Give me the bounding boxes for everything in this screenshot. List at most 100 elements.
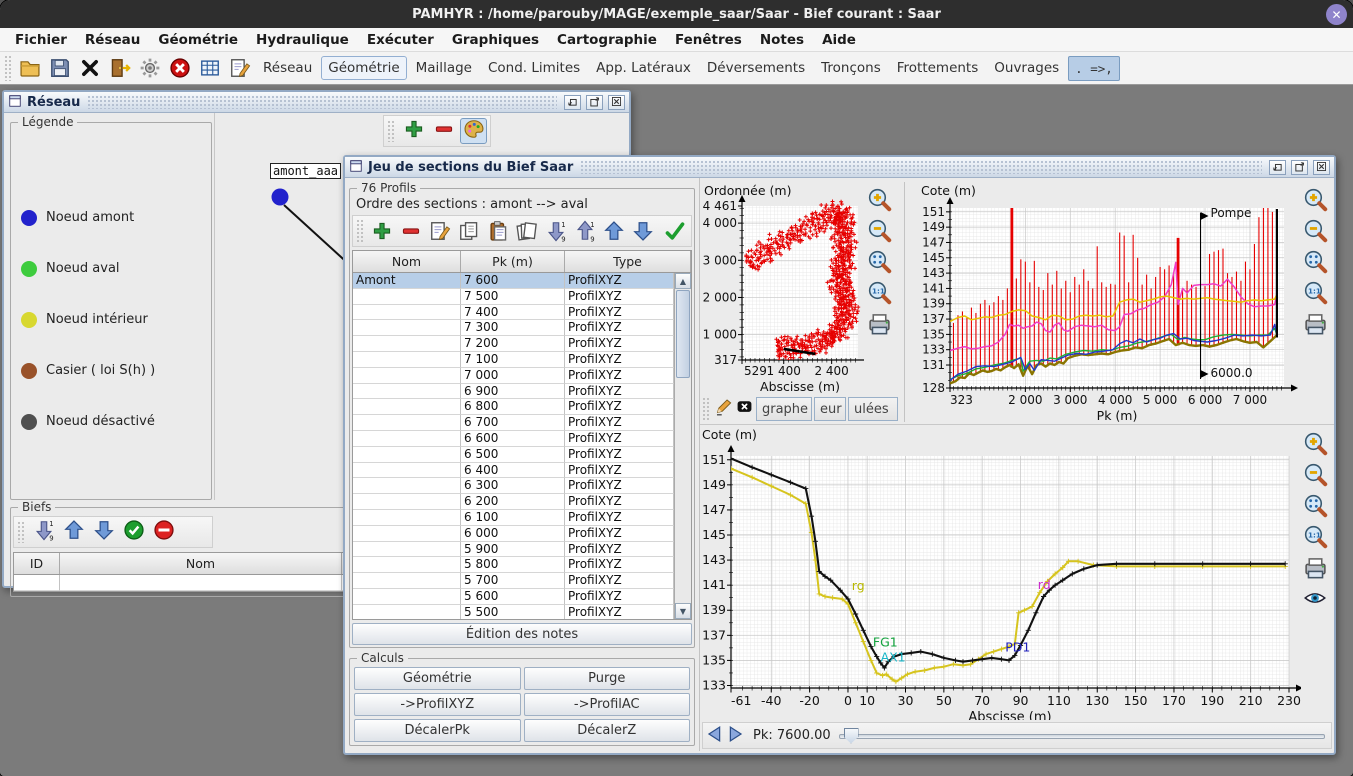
app-close-button[interactable]: ✕ <box>1326 4 1347 25</box>
reseau-close-button[interactable] <box>608 95 625 110</box>
sections-column-nom[interactable]: Nom <box>353 251 461 272</box>
zoom-fit-button[interactable] <box>1302 492 1328 518</box>
edit-notes-button[interactable]: Édition des notes <box>352 623 692 645</box>
calc-g-om-trie-button[interactable]: Géométrie <box>354 667 521 690</box>
toolbar-frottements-button[interactable]: Frottements <box>890 56 986 80</box>
toolbar-tron-ons-button[interactable]: Tronçons <box>814 56 888 80</box>
menu-ex-cuter[interactable]: Exécuter <box>358 30 443 50</box>
section-row-6300[interactable]: 6 300ProfilXYZ <box>353 478 674 494</box>
section-row-6500[interactable]: 6 500ProfilXYZ <box>353 447 674 463</box>
section-row-6400[interactable]: 6 400ProfilXYZ <box>353 463 674 479</box>
zoom-in-button[interactable] <box>1302 430 1328 456</box>
calc-profilxyz-button[interactable]: ->ProfilXYZ <box>354 693 521 716</box>
section-row-6800[interactable]: 6 800ProfilXYZ <box>353 399 674 415</box>
section-row-6000[interactable]: 6 000ProfilXYZ <box>353 526 674 542</box>
node-label[interactable]: amont_aaa <box>270 163 341 179</box>
toolbar-ouvrages-button[interactable]: Ouvrages <box>987 56 1066 80</box>
calc-d-calerz-button[interactable]: DécalerZ <box>524 719 691 742</box>
print-button[interactable] <box>1302 310 1328 336</box>
menu-r-seau[interactable]: Réseau <box>76 30 149 50</box>
toolbar-cond-limites-button[interactable]: Cond. Limites <box>481 56 587 80</box>
sections-maximize-button[interactable] <box>1291 160 1308 175</box>
biefs-toolbar-handle[interactable] <box>17 521 25 543</box>
sections-table[interactable]: NomPk (m)Type Amont7 600ProfilXYZ7 500Pr… <box>352 250 692 620</box>
menu-graphiques[interactable]: Graphiques <box>443 30 548 50</box>
toolbar-r-seau-button[interactable]: Réseau <box>256 56 319 80</box>
print-button[interactable] <box>866 310 892 336</box>
section-row-6700[interactable]: 6 700ProfilXYZ <box>353 415 674 431</box>
menu-hydraulique[interactable]: Hydraulique <box>247 30 358 50</box>
toolbar-d-versements-button[interactable]: Déversements <box>700 56 812 80</box>
section-row-5900[interactable]: 5 900ProfilXYZ <box>353 542 674 558</box>
biefs-move-up-button[interactable] <box>60 519 87 545</box>
view-tab-eur[interactable]: eur <box>814 397 846 421</box>
biefs-disable-button[interactable] <box>150 519 177 545</box>
sections-column-pk-m[interactable]: Pk (m) <box>461 251 565 272</box>
previous-section-button[interactable] <box>703 725 725 747</box>
menu-aide[interactable]: Aide <box>813 30 865 50</box>
plan-view-plot[interactable]: 5291 4002 4003171 0002 0003 0004 0004 46… <box>702 182 864 394</box>
clear-button[interactable] <box>736 395 754 421</box>
apply-button[interactable] <box>662 218 688 244</box>
view-tab-ul-es[interactable]: ulées <box>848 397 898 421</box>
pk-slider-handle[interactable] <box>844 728 859 744</box>
biefs-enable-button[interactable] <box>120 519 147 545</box>
toolbar-maillage-button[interactable]: Maillage <box>409 56 479 80</box>
section-row-7200[interactable]: 7 200ProfilXYZ <box>353 336 674 352</box>
section-row-7400[interactable]: 7 400ProfilXYZ <box>353 305 674 321</box>
biefs-sort-button[interactable]: 19 <box>30 519 57 545</box>
section-row-7600[interactable]: Amont7 600ProfilXYZ <box>353 273 674 289</box>
sections-toolbar-handle[interactable] <box>356 219 364 243</box>
next-section-button[interactable] <box>725 725 747 747</box>
zoom-1-1-button[interactable]: 1:1 <box>1302 279 1328 305</box>
sections-titlebar[interactable]: Jeu de sections du Bief Saar <box>345 157 1334 178</box>
visibility-button[interactable] <box>1302 585 1328 611</box>
remove-section-button[interactable] <box>398 218 424 244</box>
toolbar-handle[interactable] <box>4 55 12 81</box>
section-row-5800[interactable]: 5 800ProfilXYZ <box>353 557 674 573</box>
app-titlebar[interactable]: PAMHYR : /home/parouby/MAGE/exemple_saar… <box>0 0 1353 28</box>
zoom-out-button[interactable] <box>1302 217 1328 243</box>
calc-d-calerpk-button[interactable]: DécalerPk <box>354 719 521 742</box>
open-button[interactable] <box>16 55 44 82</box>
calc-purge-button[interactable]: Purge <box>524 667 691 690</box>
zoom-in-button[interactable] <box>866 186 892 212</box>
section-row-7100[interactable]: 7 100ProfilXYZ <box>353 352 674 368</box>
quit-button[interactable] <box>106 55 134 82</box>
scroll-down-button[interactable]: ▼ <box>675 603 691 619</box>
view-tab-graphe[interactable]: graphe <box>756 397 812 421</box>
pk-slider[interactable] <box>839 727 1325 745</box>
sort-descending-button[interactable]: 19 <box>543 218 569 244</box>
reseau-titlebar[interactable]: Réseau <box>4 92 629 113</box>
cross-section-plot[interactable]: -61-40-200103050709011013015017019021023… <box>700 426 1301 720</box>
sections-scrollbar[interactable]: ▲ ▼ <box>674 273 691 619</box>
section-row-7000[interactable]: 7 000ProfilXYZ <box>353 368 674 384</box>
tabbar-handle[interactable] <box>702 397 709 421</box>
save-button[interactable] <box>46 55 74 82</box>
settings-button[interactable] <box>136 55 164 82</box>
print-button[interactable] <box>1302 554 1328 580</box>
sections-window[interactable]: Jeu de sections du Bief Saar 76 Profils … <box>343 155 1336 755</box>
menu-cartographie[interactable]: Cartographie <box>548 30 666 50</box>
paste-button[interactable] <box>485 218 511 244</box>
amont-node[interactable] <box>272 189 289 206</box>
zoom-fit-button[interactable] <box>866 248 892 274</box>
duplicate-button[interactable] <box>514 218 540 244</box>
sections-column-type[interactable]: Type <box>565 251 691 272</box>
section-row-6200[interactable]: 6 200ProfilXYZ <box>353 494 674 510</box>
edit-pencil-button[interactable] <box>713 395 734 421</box>
reseau-shade-button[interactable] <box>564 95 581 110</box>
toolbar-app-lat-raux-button[interactable]: App. Latéraux <box>589 56 698 80</box>
longitudinal-plot[interactable]: 3232 0003 0004 0005 0006 0007 0001281311… <box>919 182 1299 424</box>
biefs-column-nom[interactable]: Nom <box>60 553 342 574</box>
section-row-6900[interactable]: 6 900ProfilXYZ <box>353 384 674 400</box>
section-row-6100[interactable]: 6 100ProfilXYZ <box>353 510 674 526</box>
calc-profilac-button[interactable]: ->ProfilAC <box>524 693 691 716</box>
notes-button[interactable] <box>226 55 254 82</box>
close-button[interactable] <box>76 55 104 82</box>
move-up-button[interactable] <box>601 218 627 244</box>
menu-fen-tres[interactable]: Fenêtres <box>666 30 751 50</box>
menu-fichier[interactable]: Fichier <box>6 30 76 50</box>
mesh-table-button[interactable] <box>196 55 224 82</box>
section-row-5600[interactable]: 5 600ProfilXYZ <box>353 589 674 605</box>
